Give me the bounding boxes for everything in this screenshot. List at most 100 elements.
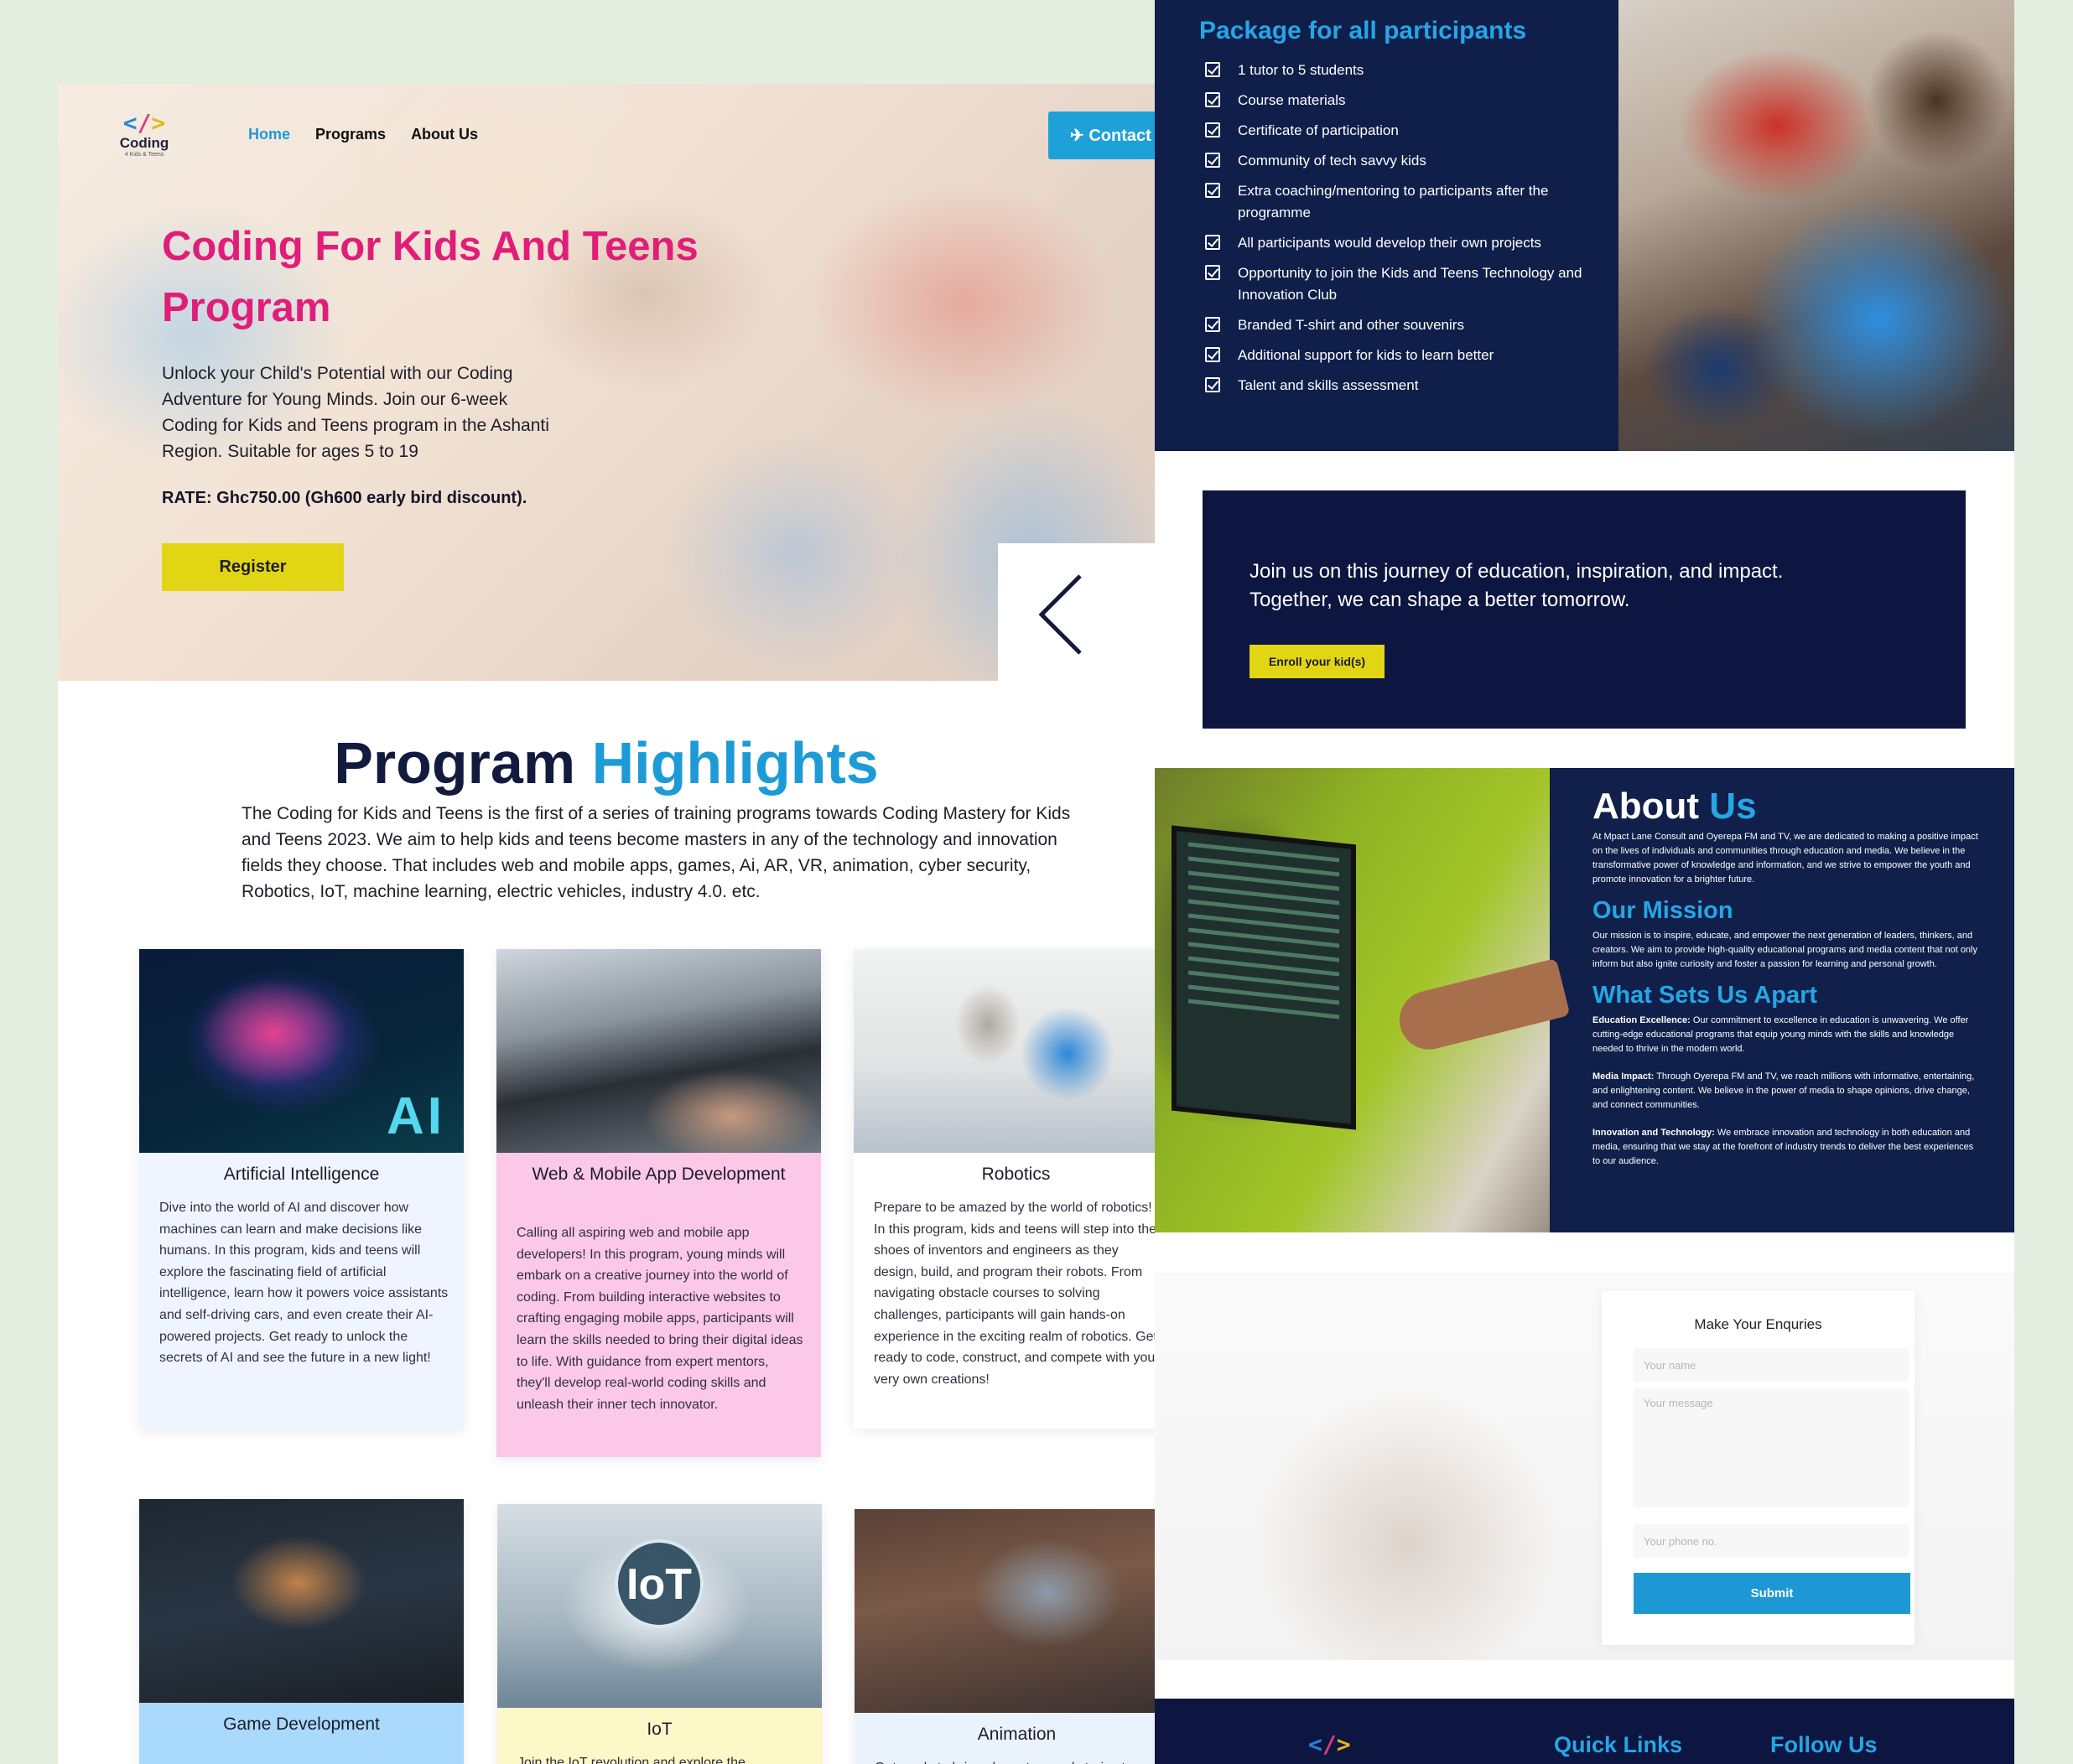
hero-section: </> Coding 4 Kids & Teens Home Programs …	[58, 84, 1155, 681]
nav-item-about[interactable]: About Us	[411, 126, 478, 143]
about-section: About Us At Mpact Lane Consult and Oyere…	[1155, 768, 2014, 1232]
phone-input[interactable]	[1634, 1524, 1909, 1558]
laptop-typing-image	[496, 949, 821, 1153]
enquiry-section: Make Your Enquries Submit	[1155, 1273, 2014, 1660]
about-intro: At Mpact Lane Consult and Oyerepa FM and…	[1592, 832, 1978, 885]
mission-text: Our mission is to inspire, educate, and …	[1592, 931, 1977, 969]
hero-rate: RATE: Ghc750.00 (Gh600 early bird discou…	[162, 489, 527, 507]
chevron-left-icon	[1038, 574, 1082, 655]
hero-title: Coding For Kids And Teens Program	[162, 224, 699, 330]
program-card-ai[interactable]: AI Artificial Intelligence Dive into the…	[139, 949, 464, 1429]
list-item-label: Additional support for kids to learn bet…	[1238, 347, 1494, 363]
card-title: Robotics	[981, 1165, 1051, 1184]
card-text: Dive into the world of AI and discover h…	[159, 1201, 449, 1366]
list-item-label: Certificate of participation	[1238, 122, 1399, 138]
card-text: Get ready to bring characters and storie…	[875, 1757, 1155, 1764]
about-content: About Us At Mpact Lane Consult and Oyere…	[1592, 786, 1978, 1169]
about-title-main: About	[1592, 786, 1700, 827]
list-item-label: 1 tutor to 5 students	[1238, 62, 1364, 78]
checkbox-icon	[1205, 265, 1220, 280]
highlights-description: The Coding for Kids and Teens is the fir…	[242, 804, 1071, 901]
footer: </> Quick Links Follow Us	[1155, 1699, 2014, 1764]
program-card-web-mobile[interactable]: Web & Mobile App Development Calling all…	[496, 949, 821, 1457]
message-input[interactable]	[1634, 1388, 1909, 1507]
card-title: Game Development	[223, 1715, 380, 1734]
checkbox-icon	[1205, 347, 1220, 362]
ai-text-graphic: AI	[387, 1087, 445, 1145]
code-brackets-icon: </>	[122, 109, 166, 137]
join-banner: Join us on this journey of education, in…	[1203, 490, 1966, 729]
about-title: About Us	[1592, 786, 1978, 827]
logo-subtitle: 4 Kids & Teens	[124, 152, 164, 158]
highlights-title-main: Program	[334, 730, 576, 796]
program-card-iot[interactable]: IoT IoT Join the IoT revolution and expl…	[497, 1504, 822, 1764]
footer-follow-us-heading: Follow Us	[1770, 1732, 1878, 1757]
join-text: Join us on this journey of education, in…	[1250, 560, 1784, 611]
list-item-label: Talent and skills assessment	[1238, 377, 1419, 393]
pointing-hand-graphic	[1393, 957, 1571, 1056]
highlights-title-accent: Highlights	[591, 730, 879, 796]
checkbox-icon	[1205, 317, 1220, 332]
slider-prev-button[interactable]	[998, 543, 1155, 681]
name-input[interactable]	[1634, 1348, 1909, 1382]
hero-description: Unlock your Child's Potential with our C…	[162, 364, 549, 461]
contact-button[interactable]: ✈ Contact	[1048, 112, 1155, 159]
apart-point: Education Excellence: Our commitment to …	[1592, 1014, 1978, 1056]
checkbox-icon	[1205, 122, 1220, 137]
list-item-label: Opportunity to join the Kids and Teens T…	[1238, 265, 1582, 303]
card-text: Join the IoT revolution and explore the	[517, 1756, 746, 1764]
checkbox-icon	[1205, 153, 1220, 168]
program-card-robotics[interactable]: Robotics Prepare to be amazed by the wor…	[854, 949, 1155, 1429]
list-item: 1 tutor to 5 students	[1205, 60, 1582, 81]
program-card-animation[interactable]: Animation Get ready to bring characters …	[855, 1509, 1155, 1764]
checkbox-icon	[1205, 62, 1220, 77]
package-section: Package for all participants 1 tutor to …	[1155, 0, 2014, 451]
coding-screen-photo	[1155, 768, 1571, 1232]
checkbox-icon	[1205, 377, 1220, 392]
package-list: 1 tutor to 5 students Course materials C…	[1205, 60, 1582, 405]
checkbox-icon	[1205, 183, 1220, 198]
rocket-icon: ✈	[1070, 127, 1084, 145]
list-item: Additional support for kids to learn bet…	[1205, 345, 1582, 366]
kids-robotics-image	[854, 949, 1155, 1153]
program-card-game-dev[interactable]: Game Development	[139, 1499, 464, 1764]
drawing-tablet-image	[855, 1509, 1155, 1713]
kids-laptop-photo	[1618, 0, 2014, 451]
register-button[interactable]: Register	[162, 543, 344, 591]
iot-icon: IoT	[615, 1539, 704, 1628]
ai-brain-image: AI	[139, 949, 464, 1153]
list-item: Community of tech savvy kids	[1205, 150, 1582, 172]
enroll-button[interactable]: Enroll your kid(s)	[1250, 645, 1385, 678]
list-item: Course materials	[1205, 90, 1582, 112]
list-item: All participants would develop their own…	[1205, 232, 1582, 254]
list-item: Talent and skills assessment	[1205, 375, 1582, 397]
card-title: Animation	[977, 1725, 1057, 1744]
list-item: Extra coaching/mentoring to participants…	[1205, 180, 1582, 224]
apart-point-label: Media Impact:	[1592, 1071, 1655, 1082]
nav-item-home[interactable]: Home	[248, 126, 290, 143]
package-title: Package for all participants	[1199, 17, 1527, 44]
list-item-label: Course materials	[1238, 92, 1346, 108]
landing-page-right: Package for all participants 1 tutor to …	[1155, 0, 2014, 1764]
checkbox-icon	[1205, 235, 1220, 250]
card-text: Calling all aspiring web and mobile app …	[517, 1226, 803, 1412]
apart-point: Innovation and Technology: We embrace in…	[1592, 1126, 1978, 1169]
about-title-accent: Us	[1709, 786, 1757, 827]
submit-button[interactable]: Submit	[1634, 1573, 1910, 1614]
list-item-label: Extra coaching/mentoring to participants…	[1238, 183, 1549, 220]
card-title: Web & Mobile App Development	[532, 1165, 786, 1184]
apart-point-label: Innovation and Technology:	[1592, 1128, 1715, 1138]
nav-item-programs[interactable]: Programs	[315, 126, 386, 143]
iot-hand-image: IoT	[497, 1504, 822, 1708]
card-text: Prepare to be amazed by the world of rob…	[874, 1201, 1155, 1387]
mission-title: Our Mission	[1592, 897, 1733, 924]
logo-word: Coding	[119, 135, 169, 151]
code-brackets-icon[interactable]: </>	[1308, 1730, 1351, 1758]
list-item-label: Community of tech savvy kids	[1238, 153, 1426, 169]
enquiry-form: Make Your Enquries Submit	[1602, 1291, 1915, 1645]
site-logo[interactable]: </> Coding 4 Kids & Teens	[115, 111, 174, 158]
apart-title: What Sets Us Apart	[1592, 982, 1818, 1009]
highlights-title: Program Highlights	[58, 729, 1155, 796]
list-item-label: All participants would develop their own…	[1238, 235, 1541, 251]
apart-point: Media Impact: Through Oyerepa FM and TV,…	[1592, 1070, 1978, 1113]
